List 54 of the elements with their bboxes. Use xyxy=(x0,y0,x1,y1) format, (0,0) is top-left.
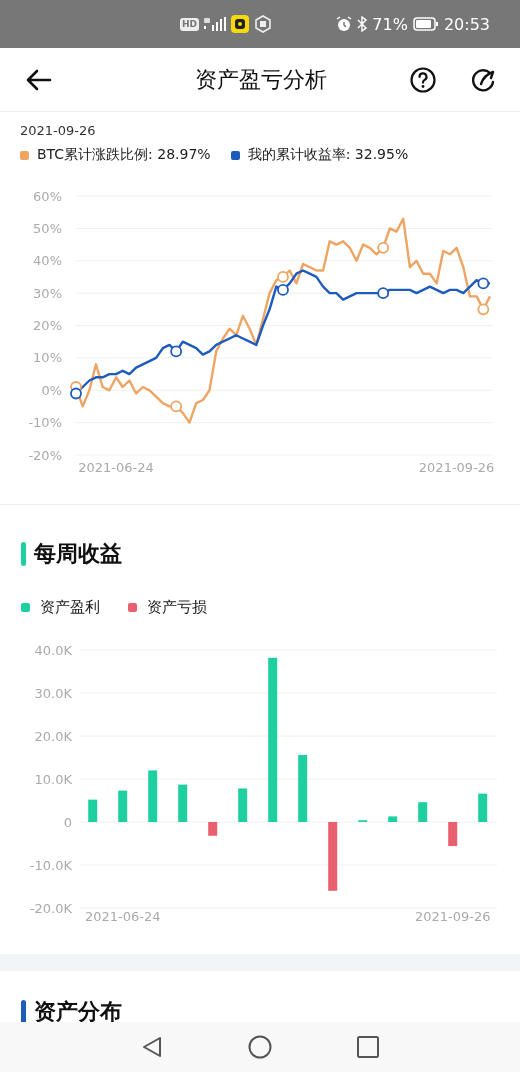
selected-date: 2021-09-26 xyxy=(19,122,96,140)
hexagon-icon xyxy=(254,15,272,33)
share-icon[interactable] xyxy=(470,66,496,93)
battery-percent: 71% xyxy=(372,14,408,34)
point xyxy=(377,241,390,254)
back-nav-icon[interactable] xyxy=(140,1035,164,1059)
point xyxy=(477,277,490,290)
section-marker xyxy=(21,542,26,566)
axis-label: 40% xyxy=(33,253,62,269)
axis-label: 0 xyxy=(63,814,72,830)
axis-label: 0% xyxy=(41,382,62,398)
page-title: 资产盈亏分析 xyxy=(195,65,327,94)
axis-label: 50% xyxy=(33,220,62,236)
axis-label: 20% xyxy=(33,318,62,333)
point xyxy=(70,387,82,400)
axis-label: 2021-09-26 xyxy=(414,909,491,924)
axis-label: 60% xyxy=(33,188,62,204)
axis-label: 10.0K xyxy=(34,771,72,787)
axis-label: 20.0K xyxy=(34,728,72,744)
alarm-icon xyxy=(336,16,353,32)
help-icon[interactable] xyxy=(410,66,436,93)
bluetooth-icon xyxy=(357,16,368,32)
axis-label: 30.0K xyxy=(34,685,72,701)
axis-label: 30% xyxy=(33,285,62,301)
legend-label: 我的累计收益率: 32.95% xyxy=(247,146,409,164)
home-nav-icon[interactable] xyxy=(248,1035,272,1059)
section-title: 资产分布 xyxy=(34,999,122,1025)
axis-label: -10.0K xyxy=(29,857,72,873)
recents-nav-icon[interactable] xyxy=(356,1035,380,1059)
hd-badge: HD xyxy=(180,17,199,31)
point xyxy=(477,303,490,316)
point xyxy=(170,400,183,413)
signal-icon xyxy=(204,17,226,31)
axis-label: 40.0K xyxy=(34,642,72,658)
axis-label: 10% xyxy=(33,350,62,366)
axis-label: -10% xyxy=(28,415,62,431)
axis-label: 2021-06-24 xyxy=(78,460,154,475)
section-marker xyxy=(21,1000,26,1024)
axis-label: -20.0K xyxy=(29,900,72,916)
app-icon xyxy=(231,15,249,33)
axis-label: 2021-09-26 xyxy=(418,460,495,475)
axis-label: -20% xyxy=(28,447,62,463)
back-icon[interactable] xyxy=(26,68,52,91)
axis-label: 2021-06-24 xyxy=(84,909,161,924)
section-title: 每周收益 xyxy=(34,541,122,567)
legend-label: 资产亏损 xyxy=(147,597,207,617)
legend-label: 资产盈利 xyxy=(40,597,100,617)
battery-icon xyxy=(412,17,439,31)
point xyxy=(277,271,289,283)
point xyxy=(170,345,183,358)
legend-label: BTC累计涨跌比例: 28.97% xyxy=(37,146,211,164)
clock-time: 20:53 xyxy=(443,14,490,34)
point xyxy=(277,283,289,296)
point xyxy=(377,287,390,300)
